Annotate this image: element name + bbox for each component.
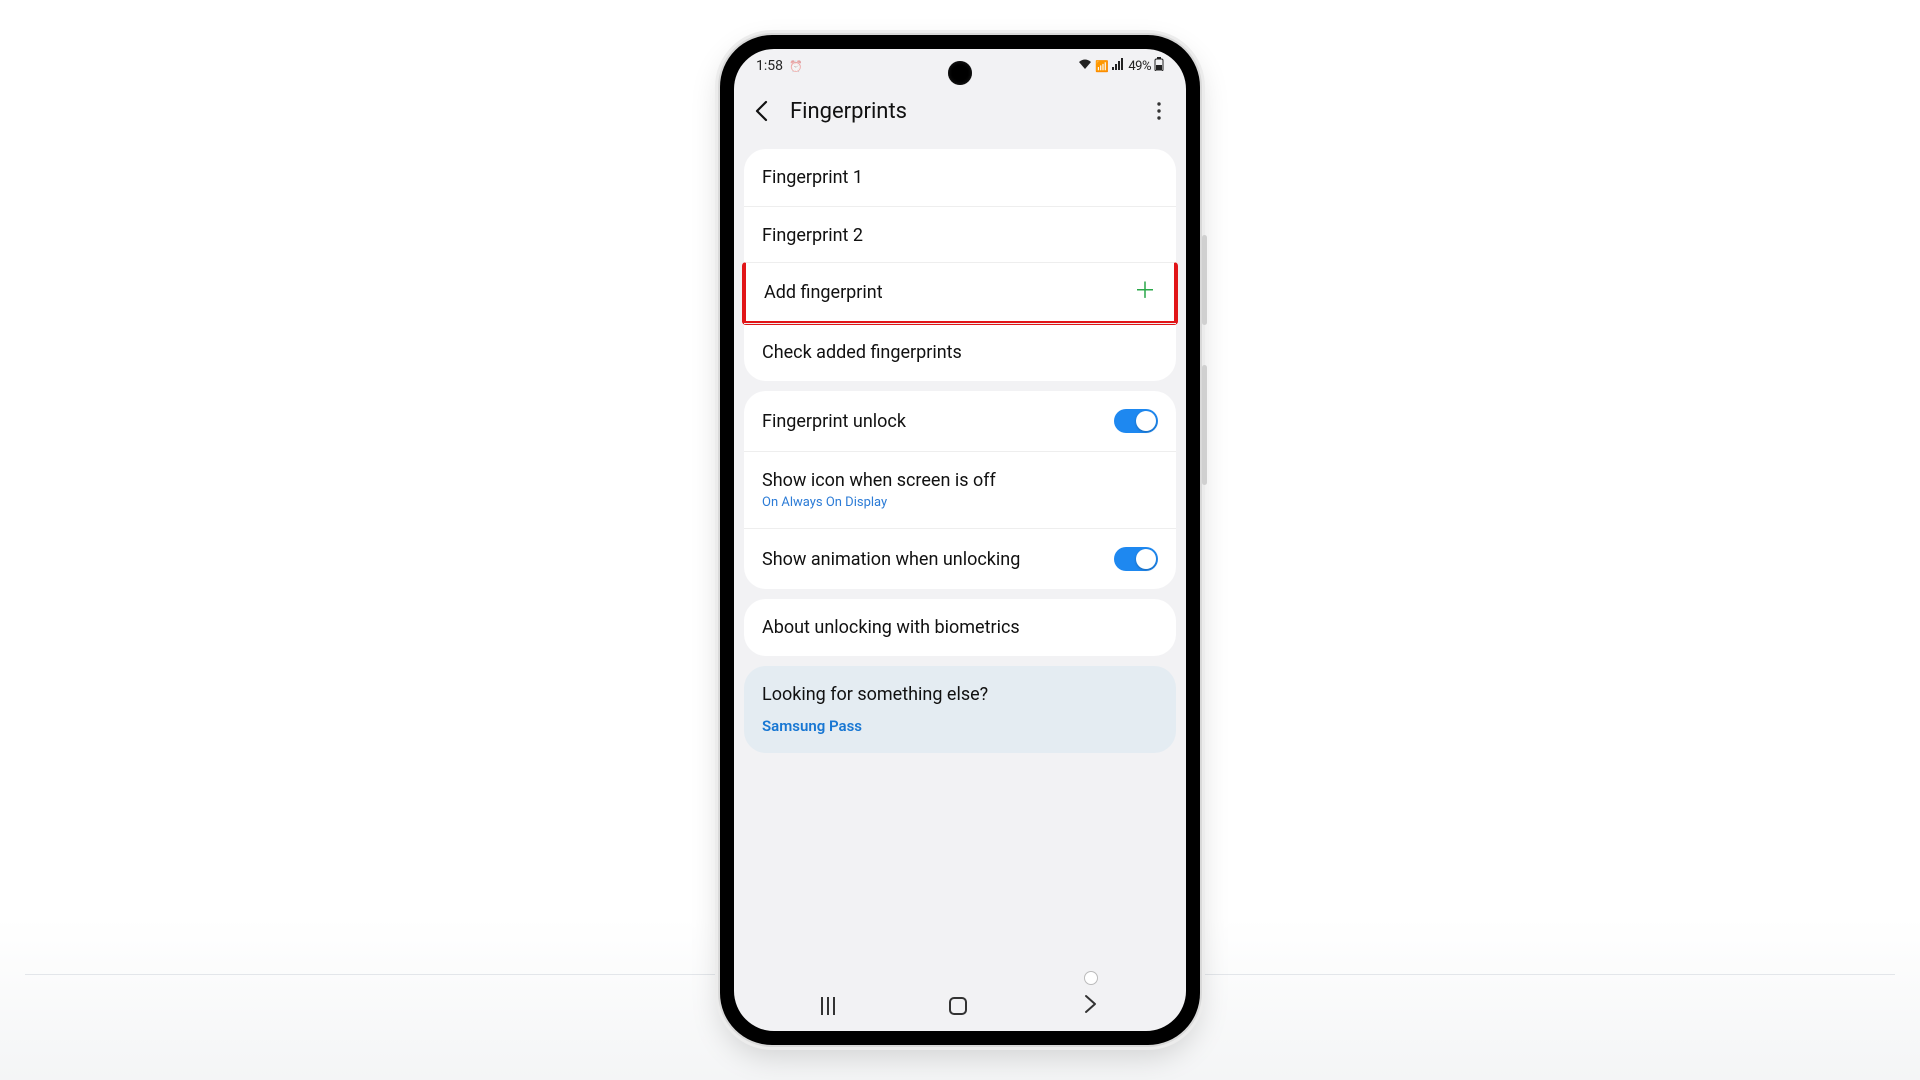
power-button bbox=[1202, 365, 1207, 485]
fingerprint-2-item[interactable]: Fingerprint 2 bbox=[744, 206, 1176, 264]
content[interactable]: Fingerprint 1 Fingerprint 2 Add fingerpr… bbox=[734, 139, 1186, 981]
show-animation-toggle[interactable] bbox=[1114, 547, 1158, 571]
fingerprint-1-label: Fingerprint 1 bbox=[762, 167, 863, 188]
samsung-pass-link[interactable]: Samsung Pass bbox=[744, 713, 1176, 753]
navigation-bar bbox=[734, 981, 1186, 1031]
fingerprint-unlock-toggle[interactable] bbox=[1114, 409, 1158, 433]
back-icon[interactable] bbox=[752, 99, 772, 123]
wifi-icon bbox=[1078, 58, 1092, 74]
app-bar: Fingerprints bbox=[734, 83, 1186, 139]
check-fingerprints-label: Check added fingerprints bbox=[762, 342, 962, 363]
show-icon-label: Show icon when screen is off bbox=[762, 470, 996, 491]
home-button[interactable] bbox=[949, 997, 967, 1015]
status-right: 📶 49% bbox=[1078, 57, 1164, 75]
signal-icon bbox=[1111, 58, 1125, 74]
fingerprint-unlock-item[interactable]: Fingerprint unlock bbox=[744, 391, 1176, 451]
battery-icon bbox=[1154, 57, 1164, 75]
show-icon-item[interactable]: Show icon when screen is off On Always O… bbox=[744, 451, 1176, 528]
fingerprint-2-label: Fingerprint 2 bbox=[762, 225, 863, 246]
page-title: Fingerprints bbox=[790, 99, 1150, 124]
recents-button[interactable] bbox=[821, 997, 835, 1015]
about-card: About unlocking with biometrics bbox=[744, 599, 1176, 656]
check-fingerprints-item[interactable]: Check added fingerprints bbox=[744, 323, 1176, 381]
vowifi-icon: 📶 bbox=[1095, 60, 1108, 73]
about-item[interactable]: About unlocking with biometrics bbox=[744, 599, 1176, 656]
suggestion-card: Looking for something else? Samsung Pass bbox=[744, 666, 1176, 753]
suggestion-title: Looking for something else? bbox=[744, 666, 1176, 713]
fingerprint-list-card: Fingerprint 1 Fingerprint 2 Add fingerpr… bbox=[744, 149, 1176, 381]
phone-frame: 1:58 📶 49% Fingerprin bbox=[720, 35, 1200, 1045]
unlock-options-card: Fingerprint unlock Show icon when screen… bbox=[744, 391, 1176, 589]
show-animation-item[interactable]: Show animation when unlocking bbox=[744, 528, 1176, 589]
add-fingerprint-label: Add fingerprint bbox=[764, 282, 883, 303]
show-icon-sub: On Always On Display bbox=[762, 495, 887, 510]
nav-back-button[interactable] bbox=[1081, 994, 1099, 1018]
gesture-hint-dot bbox=[1084, 971, 1098, 985]
about-label: About unlocking with biometrics bbox=[762, 617, 1020, 638]
more-menu-icon[interactable] bbox=[1150, 100, 1168, 122]
volume-button bbox=[1202, 235, 1207, 325]
fingerprint-1-item[interactable]: Fingerprint 1 bbox=[744, 149, 1176, 206]
add-fingerprint-item[interactable]: Add fingerprint ＋ bbox=[742, 262, 1178, 325]
screen: 1:58 📶 49% Fingerprin bbox=[734, 49, 1186, 1031]
battery-text: 49% bbox=[1128, 59, 1151, 74]
show-animation-label: Show animation when unlocking bbox=[762, 549, 1020, 570]
camera-notch bbox=[948, 61, 972, 85]
status-time: 1:58 bbox=[756, 58, 783, 74]
fingerprint-unlock-label: Fingerprint unlock bbox=[762, 411, 906, 432]
alarm-icon bbox=[789, 58, 803, 74]
plus-icon: ＋ bbox=[1134, 281, 1156, 303]
